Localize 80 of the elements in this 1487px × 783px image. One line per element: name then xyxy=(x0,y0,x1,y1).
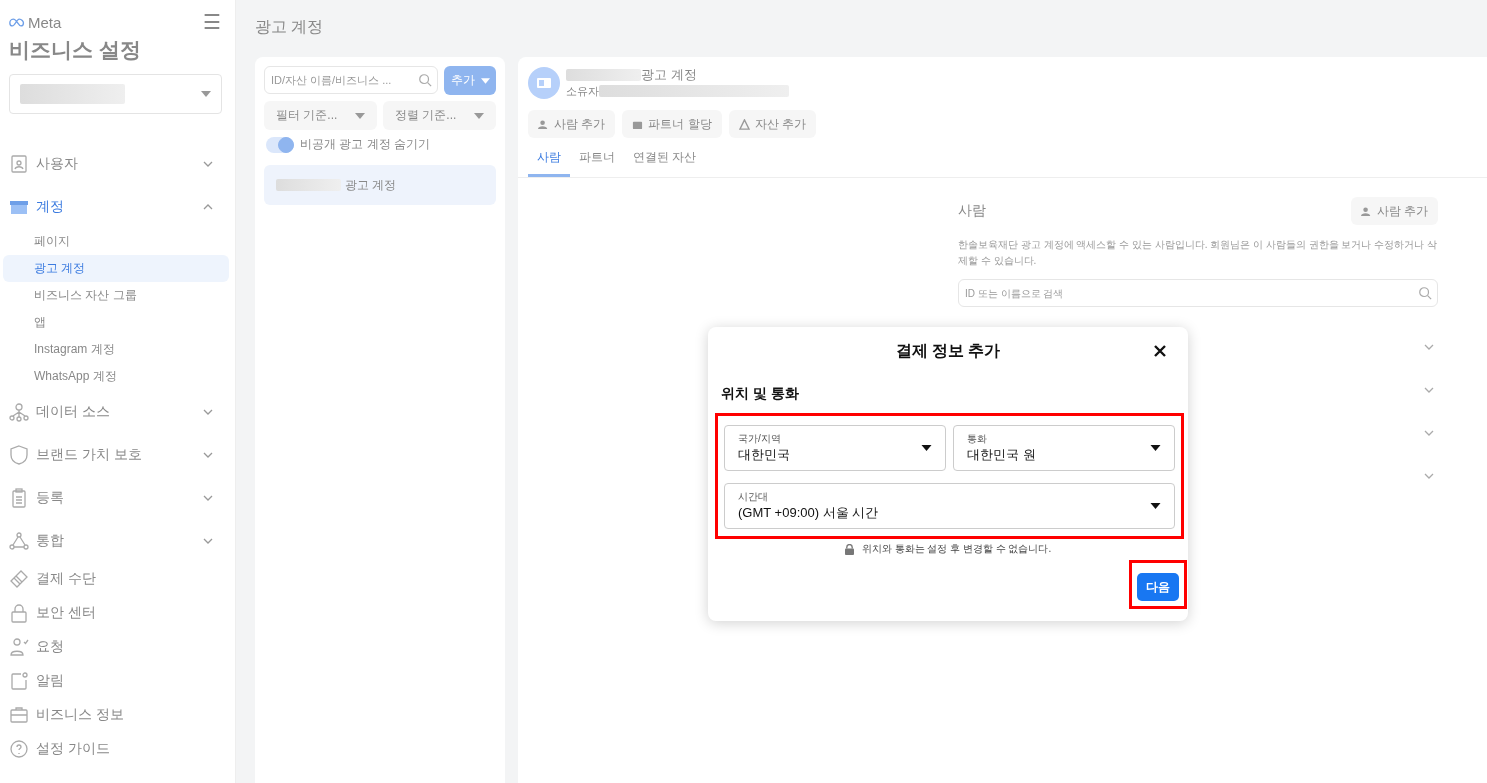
triangle-nodes-icon xyxy=(738,118,750,130)
close-icon[interactable] xyxy=(1154,345,1166,357)
caret-icon xyxy=(1150,503,1161,509)
search-icon xyxy=(1418,286,1432,300)
dialog-title: 결제 정보 추가 xyxy=(895,340,1001,361)
lock-icon xyxy=(844,543,854,555)
person-add-icon xyxy=(538,118,549,130)
ad-account-avatar-icon xyxy=(528,67,560,99)
tab[interactable]: 연결된 자산 xyxy=(624,149,706,177)
section-heading: 사람 xyxy=(958,202,986,220)
nav-item[interactable]: 비즈니스 정보 xyxy=(0,698,235,732)
nav-subitem[interactable]: 광고 계정 xyxy=(3,255,229,282)
nav-item[interactable]: 등록 xyxy=(0,476,235,519)
chevron-down-icon[interactable] xyxy=(1424,429,1434,436)
account-title: 광고 계정 xyxy=(641,66,697,84)
clipboard-icon xyxy=(9,487,29,508)
toggle-label: 비공개 광고 계정 숨기기 xyxy=(300,136,430,153)
nav-item[interactable]: 요청 xyxy=(0,630,235,664)
lock-icon xyxy=(9,603,29,623)
search-icon xyxy=(418,73,432,87)
caret-icon xyxy=(480,77,490,84)
select-field[interactable]: 통화 대한민국 원 xyxy=(953,425,1175,471)
next-button[interactable]: 다음 xyxy=(1137,573,1179,601)
business-selector[interactable] xyxy=(9,74,222,114)
caret-icon xyxy=(474,112,484,119)
page-title: 광고 계정 xyxy=(255,17,325,37)
nav-item[interactable]: 설정 가이드 xyxy=(0,732,235,766)
section-description: 한솔보육재단 광고 계정에 액세스할 수 있는 사람입니다. 회원님은 이 사람들의 권한을 보거나 수정하거나 삭제할 수 있습니다. xyxy=(958,238,1438,268)
owner-label: 소유자 xyxy=(566,83,599,99)
shield-icon xyxy=(9,444,29,465)
nav-subitem[interactable]: 비즈니스 자산 그룹 xyxy=(3,282,229,309)
meta-logo: Meta xyxy=(9,13,62,31)
tab[interactable]: 사람 xyxy=(528,149,570,177)
notice-text: 위치와 통화는 설정 후 변경할 수 없습니다. xyxy=(861,542,1052,556)
id-card-icon xyxy=(9,153,29,174)
triangle-nodes-icon xyxy=(9,530,29,551)
caret-icon xyxy=(921,445,932,451)
nav-item[interactable]: 사용자 xyxy=(0,142,235,185)
select-field[interactable]: 국가/지역 대한민국 xyxy=(724,425,946,471)
caret-icon xyxy=(1150,445,1161,451)
add-button[interactable]: 추가 xyxy=(444,66,496,95)
nav-item[interactable]: 알림 xyxy=(0,664,235,698)
caret-icon xyxy=(355,112,365,119)
nav-item[interactable]: 통합 xyxy=(0,519,235,562)
menu-icon[interactable]: ☰ xyxy=(203,10,221,34)
tab[interactable]: 파트너 xyxy=(570,149,624,177)
section-label: 위치 및 통화 xyxy=(720,384,800,403)
nav-item[interactable]: 계정 xyxy=(0,185,235,228)
add-person-button[interactable]: 사람 추가 xyxy=(1350,197,1438,225)
nav-item[interactable]: 브랜드 가치 보호 xyxy=(0,433,235,476)
nav-subitem[interactable]: Instagram 계정 xyxy=(3,336,229,363)
account-name: 광고 계정 xyxy=(345,176,397,194)
search-field[interactable]: ID/자산 이름/비즈니스 ... xyxy=(264,66,438,94)
account-list-item[interactable]: 광고 계정 xyxy=(264,165,496,205)
credit-card-icon xyxy=(9,569,29,589)
caret-icon xyxy=(201,91,211,97)
filter-dropdown[interactable]: 필터 기준... xyxy=(264,101,377,130)
nav-item[interactable]: 보안 센터 xyxy=(0,596,235,630)
sort-dropdown[interactable]: 정렬 기준... xyxy=(383,101,496,130)
person-check-icon xyxy=(9,637,29,657)
action-button[interactable]: 자산 추가 xyxy=(728,110,817,138)
sidebar-title: 비즈니스 설정 xyxy=(8,37,142,63)
network-icon xyxy=(9,401,29,422)
nav-subitem[interactable]: WhatsApp 계정 xyxy=(3,363,229,390)
notification-icon xyxy=(9,671,29,691)
action-button[interactable]: 파트너 할당 xyxy=(622,110,722,138)
action-button[interactable]: 사람 추가 xyxy=(528,110,616,138)
person-add-icon xyxy=(1360,205,1372,217)
chevron-down-icon[interactable] xyxy=(1424,386,1434,393)
nav-subitem[interactable]: 페이지 xyxy=(3,228,229,255)
chevron-down-icon[interactable] xyxy=(1424,472,1434,479)
select-field[interactable]: 시간대 (GMT +09:00) 서울 시간 xyxy=(724,483,1175,529)
nav-subitem[interactable]: 앱 xyxy=(3,309,229,336)
chevron-down-icon[interactable] xyxy=(1424,343,1434,350)
redacted-text xyxy=(276,179,341,191)
toggle-switch[interactable] xyxy=(266,136,294,153)
people-search-field[interactable]: ID 또는 이름으로 검색 xyxy=(958,279,1438,307)
nav-item[interactable]: 결제 수단 xyxy=(0,562,235,596)
nav-item[interactable]: 데이터 소스 xyxy=(0,390,235,433)
help-icon xyxy=(9,739,29,759)
